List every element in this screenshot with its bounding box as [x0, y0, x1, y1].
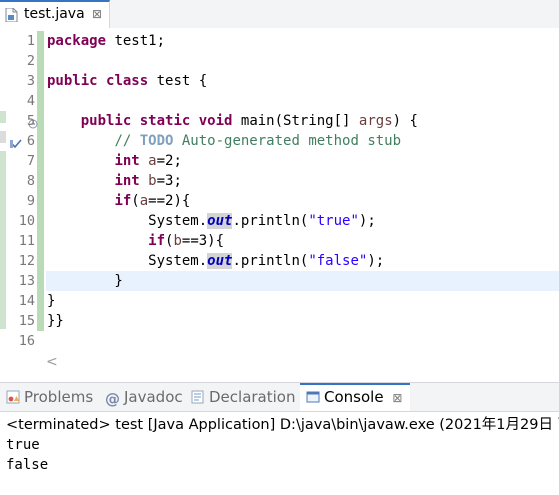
code-line: package test1; — [47, 33, 166, 49]
editor-tab-test-java[interactable]: test.java ⊠ — [0, 0, 110, 28]
tab-console[interactable]: Console ⊠ — [300, 383, 410, 411]
line-number: 16 — [18, 333, 35, 349]
close-icon[interactable]: ⊠ — [392, 391, 402, 405]
code-line: System.out.println("false"); — [148, 253, 385, 269]
line-number: 3 — [26, 73, 35, 89]
line-number: 13 — [18, 273, 35, 289]
tab-problems[interactable]: Problems — [6, 383, 93, 411]
line-number: 12 — [18, 253, 35, 269]
line-number: 2 — [26, 53, 35, 69]
code-line: int a=2; — [114, 153, 182, 169]
console-output-line: false — [6, 457, 49, 473]
code-line: public static void main(String[] args) { — [80, 113, 418, 129]
console-output[interactable]: true false — [6, 435, 48, 475]
close-icon[interactable]: ⊠ — [92, 7, 102, 21]
code-line: }} — [47, 313, 64, 329]
line-number: 7 — [26, 153, 35, 169]
line-number: 14 — [18, 293, 35, 309]
console-status-line: <terminated> test [Java Application] D:\… — [6, 417, 559, 433]
line-number: 4 — [26, 93, 35, 109]
quick-diff-bar — [37, 31, 44, 331]
code-line: if(a==2){ — [114, 193, 191, 209]
console-output-line: true — [6, 437, 40, 453]
editor-tab-bar: test.java ⊠ — [0, 0, 559, 29]
scroll-left-arrow-icon[interactable]: < — [46, 354, 58, 370]
line-number-gutter: 1 2 3 4 5 6 7 8 9 10 11 12 13 14 15 16 — [8, 31, 35, 351]
code-text[interactable]: package test1; public class test { publi… — [46, 31, 559, 351]
line-number: 5 — [26, 113, 35, 129]
editor-tab-title: test.java — [24, 6, 85, 22]
console-icon — [306, 391, 320, 403]
line-number: 11 — [18, 233, 35, 249]
tab-javadoc[interactable]: @ Javadoc — [105, 383, 183, 411]
line-number: 1 — [26, 33, 35, 49]
line-number: 9 — [26, 193, 35, 209]
current-code-line: } — [46, 271, 559, 291]
javadoc-icon: @ — [105, 390, 120, 408]
line-number: 8 — [26, 173, 35, 189]
code-line: System.out.println("true"); — [148, 213, 376, 229]
line-number: 6 — [26, 133, 35, 149]
code-editor[interactable]: 1 2 3 4 5 6 7 8 9 10 11 12 13 14 15 16 p… — [0, 28, 559, 370]
code-line: public class test { — [47, 73, 208, 89]
code-line: if(b==3){ — [148, 233, 225, 249]
code-line: // TODO Auto-generated method stub — [114, 133, 402, 149]
java-file-icon — [5, 8, 18, 22]
code-line: int b=3; — [114, 173, 182, 189]
tab-declaration[interactable]: Declaration — [191, 383, 295, 411]
line-number: 10 — [18, 213, 35, 229]
code-line: } — [47, 293, 56, 309]
line-number: 15 — [18, 313, 35, 329]
overview-ruler — [0, 28, 6, 348]
declaration-icon — [191, 390, 204, 404]
views-tab-bar: Problems @ Javadoc Declaration Console ⊠ — [0, 382, 559, 412]
problems-icon — [6, 390, 20, 404]
